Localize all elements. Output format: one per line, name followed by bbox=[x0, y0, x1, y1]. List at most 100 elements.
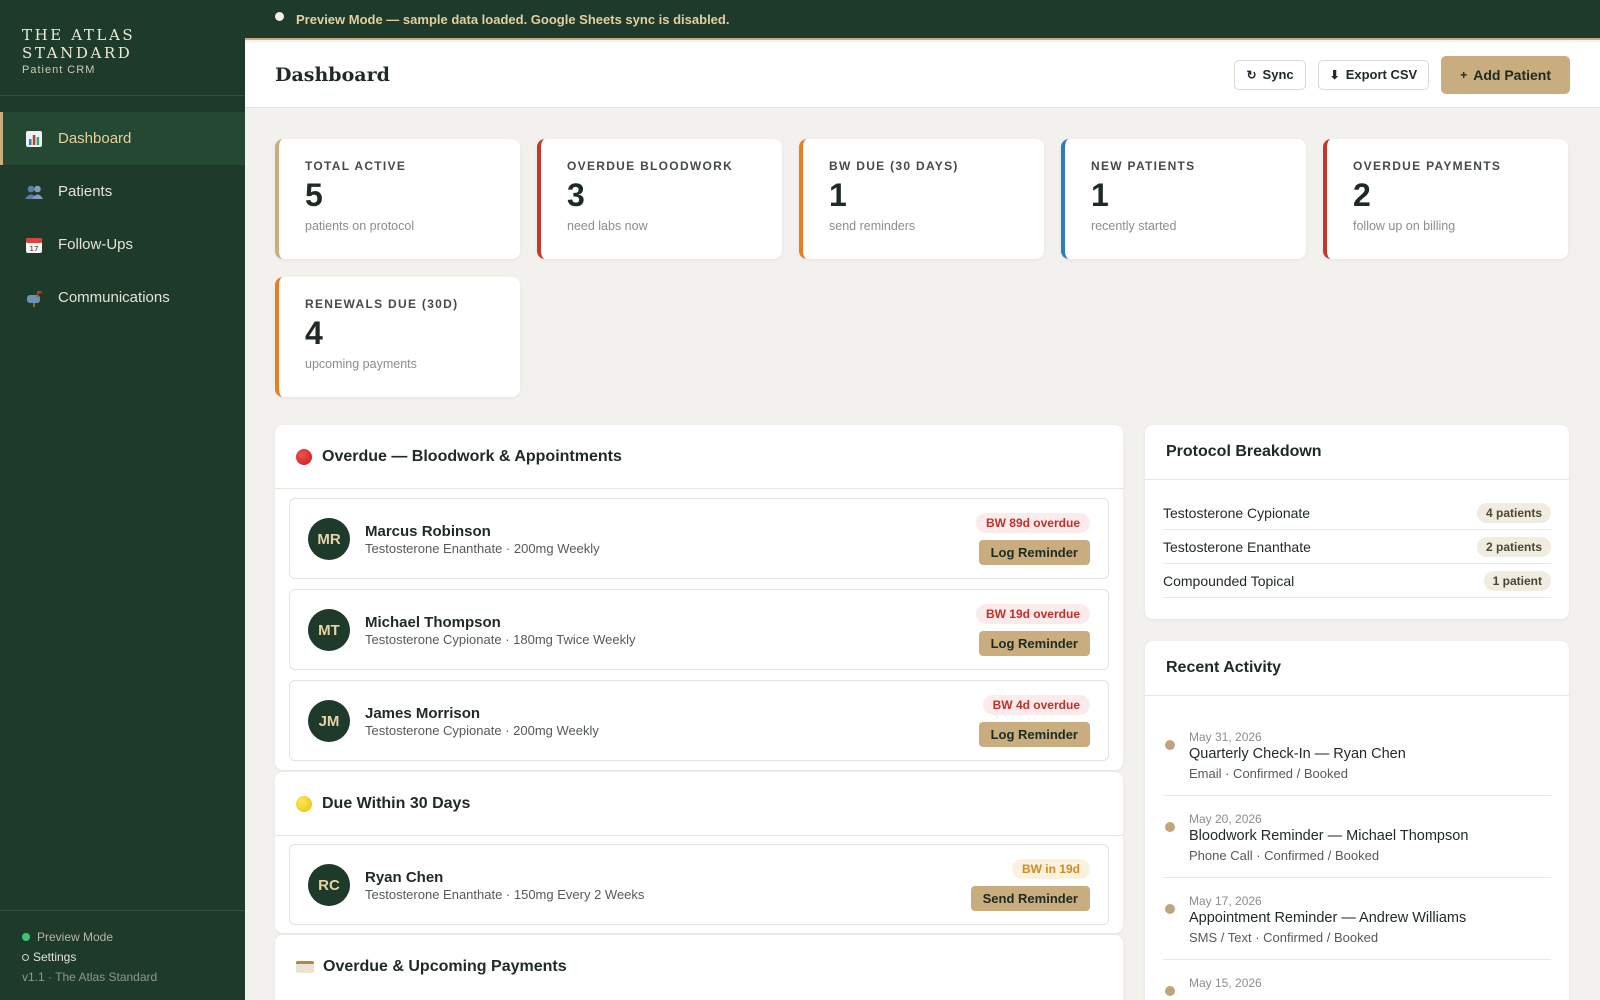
overdue-panel: Overdue — Bloodwork & Appointments MR Ma… bbox=[275, 425, 1123, 770]
due-soon-panel-title: Due Within 30 Days bbox=[322, 794, 471, 812]
settings-link[interactable]: Settings bbox=[22, 947, 223, 967]
payments-panel: Overdue & Upcoming Payments bbox=[275, 935, 1123, 1000]
avatar: MT bbox=[308, 609, 350, 651]
stat-subtext: upcoming payments bbox=[305, 357, 417, 371]
activity-date: May 15, 2026 bbox=[1189, 976, 1262, 990]
credit-card-icon bbox=[296, 961, 314, 973]
yellow-circle-icon bbox=[296, 795, 312, 812]
patient-name: Michael Thompson bbox=[365, 614, 501, 631]
page-header: Dashboard ↻ Sync ⬇ Export CSV + Add Pati… bbox=[245, 42, 1600, 108]
stat-card-overdue-bloodwork: OVERDUE BLOODWORK 3 need labs now bbox=[537, 139, 782, 259]
stat-value: 3 bbox=[567, 177, 585, 213]
sidebar-item-dashboard[interactable]: Dashboard bbox=[0, 112, 245, 165]
brand-title-line1: THE ATLAS bbox=[22, 26, 136, 44]
count-pill: 2 patients bbox=[1476, 536, 1551, 557]
protocol-row: Testosterone Enanthate 2 patients bbox=[1163, 530, 1551, 564]
stat-value: 1 bbox=[1091, 177, 1109, 213]
settings-label: Settings bbox=[33, 950, 77, 964]
activity-detail: Email · Confirmed / Booked bbox=[1189, 766, 1348, 781]
stat-subtext: follow up on billing bbox=[1353, 219, 1456, 233]
patient-row-michael-thompson[interactable]: MT Michael Thompson Testosterone Cypiona… bbox=[289, 589, 1109, 670]
recent-activity-header: Recent Activity bbox=[1145, 641, 1569, 696]
recent-activity-panel: Recent Activity May 31, 2026 Quarterly C… bbox=[1145, 641, 1569, 1000]
sidebar-footer: Preview Mode Settings v1.1 · The Atlas S… bbox=[0, 910, 245, 1000]
add-patient-button[interactable]: + Add Patient bbox=[1441, 55, 1570, 94]
status-badge: BW 4d overdue bbox=[982, 695, 1090, 715]
preview-status-label: Preview Mode bbox=[37, 930, 114, 944]
stat-label: OVERDUE BLOODWORK bbox=[567, 159, 734, 173]
gear-icon bbox=[22, 953, 29, 961]
sidebar-item-label: Follow-Ups bbox=[58, 236, 134, 253]
preview-banner: Preview Mode — sample data loaded. Googl… bbox=[245, 0, 1600, 40]
sync-button[interactable]: ↻ Sync bbox=[1234, 59, 1306, 90]
overdue-panel-title: Overdue — Bloodwork & Appointments bbox=[322, 447, 622, 465]
avatar: MR bbox=[308, 518, 350, 560]
activity-detail: SMS / Text · Confirmed / Booked bbox=[1189, 930, 1379, 945]
refresh-icon: ↻ bbox=[1246, 67, 1257, 82]
sync-button-label: Sync bbox=[1262, 67, 1294, 82]
patient-row-james-morrison[interactable]: JM James Morrison Testosterone Cypionate… bbox=[289, 680, 1109, 761]
sidebar-item-communications[interactable]: Communications bbox=[0, 271, 245, 324]
timeline-dot-icon bbox=[1165, 986, 1175, 996]
avatar: RC bbox=[308, 864, 350, 906]
stat-card-overdue-payments: OVERDUE PAYMENTS 2 follow up on billing bbox=[1323, 139, 1568, 259]
people-icon bbox=[24, 182, 44, 202]
svg-text:17: 17 bbox=[30, 245, 39, 253]
due-soon-panel-header: Due Within 30 Days bbox=[275, 772, 1123, 836]
patient-row-ryan-chen[interactable]: RC Ryan Chen Testosterone Enanthate · 15… bbox=[289, 844, 1109, 925]
stat-card-renewals-due: RENEWALS DUE (30D) 4 upcoming payments bbox=[275, 277, 520, 397]
activity-date: May 20, 2026 bbox=[1189, 812, 1262, 826]
stat-value: 4 bbox=[305, 315, 323, 351]
log-reminder-button[interactable]: Log Reminder bbox=[978, 722, 1090, 747]
plus-icon: + bbox=[1460, 67, 1468, 82]
stat-value: 1 bbox=[829, 177, 847, 213]
stat-label: BW DUE (30 DAYS) bbox=[829, 159, 959, 173]
chart-icon bbox=[24, 129, 44, 149]
count-pill: 1 patient bbox=[1483, 570, 1551, 591]
payments-panel-header: Overdue & Upcoming Payments bbox=[275, 935, 1123, 999]
sidebar-item-follow-ups[interactable]: 17 Follow-Ups bbox=[0, 218, 245, 271]
red-circle-icon bbox=[296, 448, 312, 465]
sidebar-item-label: Patients bbox=[58, 183, 113, 200]
timeline-dot-icon bbox=[1165, 822, 1175, 832]
payments-panel-title: Overdue & Upcoming Payments bbox=[323, 958, 567, 975]
banner-text: Preview Mode — sample data loaded. Googl… bbox=[296, 11, 730, 27]
status-badge: BW in 19d bbox=[1011, 859, 1090, 879]
activity-title: Appointment Reminder — Andrew Williams bbox=[1189, 910, 1467, 926]
stat-subtext: patients on protocol bbox=[305, 219, 415, 233]
download-icon: ⬇ bbox=[1329, 67, 1340, 82]
version-label: v1.1 · The Atlas Standard bbox=[22, 970, 158, 984]
overdue-panel-header: Overdue — Bloodwork & Appointments bbox=[275, 425, 1123, 489]
activity-item[interactable]: May 15, 2026 bbox=[1163, 960, 1551, 1000]
log-reminder-button[interactable]: Log Reminder bbox=[978, 631, 1090, 656]
due-soon-panel: Due Within 30 Days RC Ryan Chen Testoste… bbox=[275, 772, 1123, 933]
export-csv-button[interactable]: ⬇ Export CSV bbox=[1317, 59, 1430, 90]
timeline-dot-icon bbox=[1165, 904, 1175, 914]
calendar-icon: 17 bbox=[24, 235, 44, 255]
activity-item[interactable]: May 17, 2026 Appointment Reminder — Andr… bbox=[1163, 878, 1551, 960]
stat-subtext: recently started bbox=[1091, 219, 1177, 233]
log-reminder-button[interactable]: Log Reminder bbox=[978, 540, 1090, 565]
send-reminder-button[interactable]: Send Reminder bbox=[970, 886, 1090, 911]
activity-item[interactable]: May 31, 2026 Quarterly Check-In — Ryan C… bbox=[1163, 714, 1551, 796]
mailbox-icon bbox=[24, 288, 44, 308]
status-dot-icon bbox=[22, 933, 30, 941]
patient-protocol: Testosterone Enanthate · 150mg Every 2 W… bbox=[365, 887, 645, 902]
sidebar: THE ATLAS STANDARD Patient CRM Dashboard… bbox=[0, 0, 245, 1000]
preview-status: Preview Mode bbox=[22, 927, 223, 947]
sidebar-item-patients[interactable]: Patients bbox=[0, 165, 245, 218]
add-patient-label: Add Patient bbox=[1473, 66, 1551, 83]
stat-card-total-active: TOTAL ACTIVE 5 patients on protocol bbox=[275, 139, 520, 259]
count-pill: 4 patients bbox=[1476, 502, 1551, 523]
activity-item[interactable]: May 20, 2026 Bloodwork Reminder — Michae… bbox=[1163, 796, 1551, 878]
timeline-dot-icon bbox=[1165, 740, 1175, 750]
activity-detail: Phone Call · Confirmed / Booked bbox=[1189, 848, 1380, 863]
patient-row-marcus-robinson[interactable]: MR Marcus Robinson Testosterone Enanthat… bbox=[289, 498, 1109, 579]
stat-label: NEW PATIENTS bbox=[1091, 159, 1196, 173]
protocol-name: Testosterone Cypionate bbox=[1163, 504, 1311, 521]
status-badge: BW 19d overdue bbox=[975, 604, 1090, 624]
stat-label: RENEWALS DUE (30D) bbox=[305, 297, 459, 311]
activity-date: May 17, 2026 bbox=[1189, 894, 1262, 908]
patient-name: James Morrison bbox=[365, 705, 481, 722]
protocol-row: Compounded Topical 1 patient bbox=[1163, 564, 1551, 598]
